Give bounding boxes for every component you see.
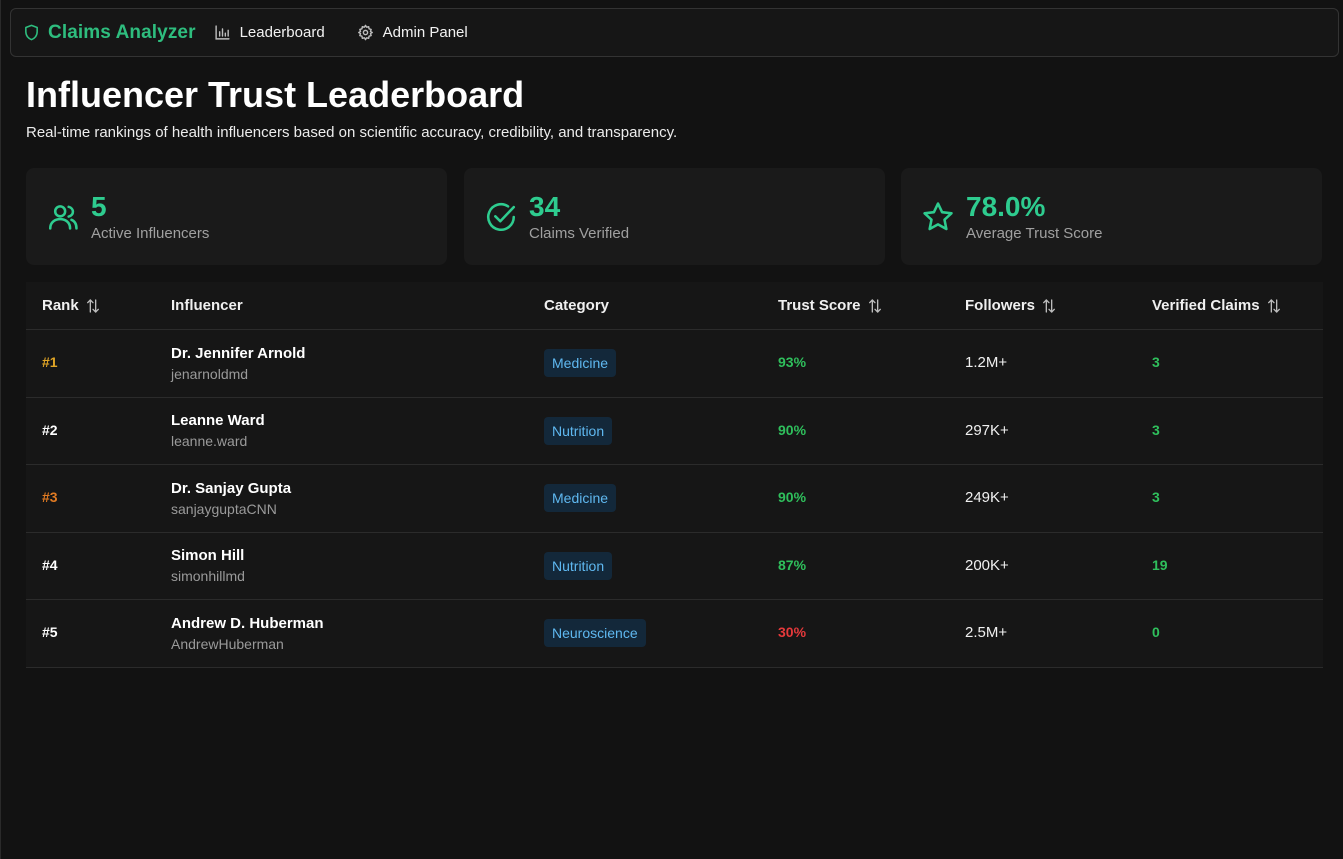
category-badge: Neuroscience bbox=[544, 619, 646, 648]
column-header-trust-score[interactable]: Trust Score bbox=[762, 297, 949, 314]
followers-count: 2.5M+ bbox=[965, 624, 1008, 642]
table-row[interactable]: #5 Andrew D. Huberman AndrewHuberman Neu… bbox=[26, 600, 1323, 668]
brand[interactable]: Claims Analyzer bbox=[23, 22, 196, 44]
followers-count: 297K+ bbox=[965, 421, 1009, 439]
leaderboard-table: Rank Influencer Category Trust Score Fol… bbox=[26, 282, 1323, 668]
influencer-handle: leanne.ward bbox=[171, 433, 248, 450]
table-header-row: Rank Influencer Category Trust Score Fol… bbox=[26, 282, 1323, 330]
star-icon bbox=[918, 197, 958, 237]
column-header-category: Category bbox=[528, 297, 762, 314]
sort-icon[interactable] bbox=[85, 298, 101, 314]
influencer-handle: AndrewHuberman bbox=[171, 635, 284, 652]
rank-cell: #1 bbox=[42, 354, 58, 371]
trust-score: 87% bbox=[778, 556, 807, 573]
influencer-name[interactable]: Simon Hill bbox=[171, 547, 528, 564]
check-circle-icon bbox=[481, 197, 521, 237]
trust-score: 90% bbox=[778, 421, 807, 438]
nav-link-label: Admin Panel bbox=[382, 24, 468, 41]
stat-value: 5 bbox=[91, 190, 107, 222]
influencer-name[interactable]: Dr. Sanjay Gupta bbox=[171, 480, 528, 497]
page: Claims Analyzer Leaderboard Admin Panel … bbox=[0, 0, 1343, 859]
column-header-label: Verified Claims bbox=[1152, 297, 1260, 314]
influencer-handle: sanjaygupta​CNN bbox=[171, 500, 277, 517]
column-header-label: Influencer bbox=[171, 297, 243, 314]
brand-name: Claims Analyzer bbox=[48, 21, 196, 43]
stat-card-active-influencers: 5 Active Influencers bbox=[26, 168, 447, 265]
stat-value: 34 bbox=[529, 190, 561, 222]
verified-claims-count: 0 bbox=[1152, 624, 1160, 641]
table-row[interactable]: #3 Dr. Sanjay Gupta sanjaygupta​CNN Medi… bbox=[26, 465, 1323, 533]
category-badge: Nutrition bbox=[544, 416, 613, 445]
nav-link-admin-panel[interactable]: Admin Panel bbox=[357, 24, 468, 41]
trust-score: 30% bbox=[778, 624, 807, 641]
sort-icon[interactable] bbox=[867, 298, 883, 314]
column-header-label: Rank bbox=[42, 297, 79, 314]
rank-cell: #5 bbox=[42, 624, 58, 641]
influencer-name[interactable]: Dr. Jennifer Arnold bbox=[171, 345, 528, 362]
column-header-label: Trust Score bbox=[778, 297, 861, 314]
followers-count: 249K+ bbox=[965, 489, 1009, 507]
shield-icon bbox=[23, 23, 40, 42]
table-row[interactable]: #1 Dr. Jennifer Arnold jenarnoldmd Medic… bbox=[26, 330, 1323, 398]
rank-cell: #4 bbox=[42, 556, 58, 573]
top-navbar: Claims Analyzer Leaderboard Admin Panel bbox=[10, 8, 1339, 57]
trust-score: 90% bbox=[778, 489, 807, 506]
stat-card-average-trust-score: 78.0% Average Trust Score bbox=[901, 168, 1322, 265]
verified-claims-count: 3 bbox=[1152, 421, 1160, 438]
sort-icon[interactable] bbox=[1266, 298, 1282, 314]
stat-card-claims-verified: 34 Claims Verified bbox=[464, 168, 885, 265]
influencer-name[interactable]: Andrew D. Huberman bbox=[171, 615, 528, 632]
verified-claims-count: 3 bbox=[1152, 354, 1160, 371]
users-icon bbox=[43, 197, 83, 237]
trust-score: 93% bbox=[778, 354, 807, 371]
rank-cell: #2 bbox=[42, 421, 58, 438]
table-row[interactable]: #2 Leanne Ward leanne.ward Nutrition 90%… bbox=[26, 397, 1323, 465]
column-header-verified-claims[interactable]: Verified Claims bbox=[1136, 297, 1323, 314]
influencer-handle: simonhillmd bbox=[171, 568, 245, 585]
bar-chart-icon bbox=[214, 24, 231, 41]
category-badge: Nutrition bbox=[544, 551, 613, 580]
followers-count: 200K+ bbox=[965, 556, 1009, 574]
column-header-label: Followers bbox=[965, 297, 1036, 314]
sort-icon[interactable] bbox=[1041, 298, 1057, 314]
influencer-name[interactable]: Leanne Ward bbox=[171, 412, 528, 429]
followers-count: 1.2M+ bbox=[965, 354, 1008, 372]
page-title: Influencer Trust Leaderboard bbox=[26, 74, 525, 115]
gear-icon bbox=[357, 24, 374, 41]
column-header-followers[interactable]: Followers bbox=[949, 297, 1136, 314]
rank-cell: #3 bbox=[42, 489, 58, 506]
category-badge: Medicine bbox=[544, 349, 617, 378]
table-row[interactable]: #4 Simon Hill simonhillmd Nutrition 87% … bbox=[26, 532, 1323, 600]
stat-label: Claims Verified bbox=[529, 224, 630, 242]
verified-claims-count: 19 bbox=[1152, 556, 1168, 573]
column-header-label: Category bbox=[544, 297, 610, 314]
page-subtitle: Real-time rankings of health influencers… bbox=[26, 124, 678, 141]
nav-link-label: Leaderboard bbox=[239, 24, 325, 41]
nav-link-leaderboard[interactable]: Leaderboard bbox=[214, 24, 325, 41]
stat-value: 78.0% bbox=[966, 190, 1046, 222]
stat-label: Average Trust Score bbox=[966, 224, 1103, 242]
category-badge: Medicine bbox=[544, 484, 617, 513]
column-header-rank[interactable]: Rank bbox=[26, 297, 155, 314]
influencer-handle: jenarnoldmd bbox=[171, 365, 249, 382]
verified-claims-count: 3 bbox=[1152, 489, 1160, 506]
stat-label: Active Influencers bbox=[91, 224, 210, 242]
column-header-influencer: Influencer bbox=[155, 297, 528, 314]
